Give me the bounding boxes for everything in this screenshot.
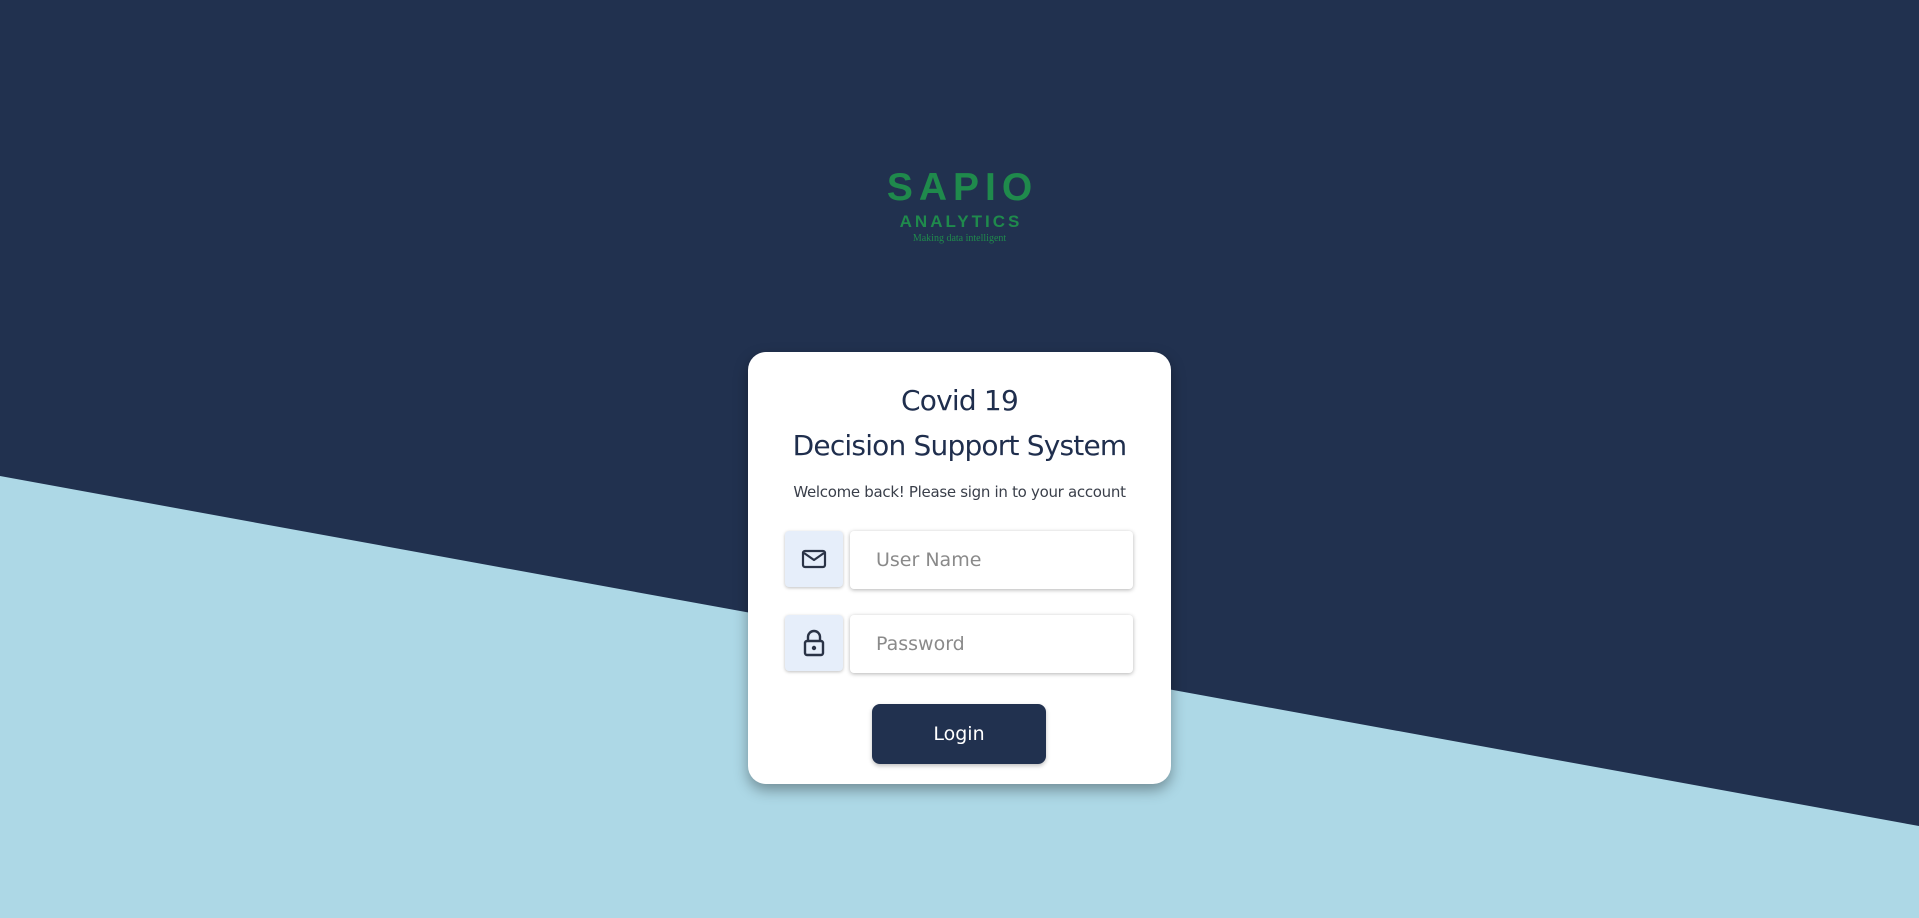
logo-sub-text: ANALYTICS xyxy=(899,212,1023,231)
title-line-1: Covid 19 xyxy=(901,384,1019,417)
username-input[interactable] xyxy=(876,549,1116,571)
password-field[interactable] xyxy=(850,615,1133,673)
mail-icon xyxy=(801,549,827,569)
page-title: Covid 19 Decision Support System xyxy=(748,378,1171,468)
password-input[interactable] xyxy=(876,633,1116,655)
login-card: Covid 19 Decision Support System Welcome… xyxy=(748,352,1171,784)
username-field[interactable] xyxy=(850,531,1133,589)
title-line-2: Decision Support System xyxy=(792,429,1128,462)
logo-main-text: SAPIO xyxy=(886,166,1039,209)
username-icon-box xyxy=(785,531,843,587)
password-icon-box xyxy=(785,615,843,671)
welcome-subtitle: Welcome back! Please sign in to your acc… xyxy=(793,483,1126,501)
login-page: SAPIO ANALYTICS Making data intelligent … xyxy=(0,0,1919,918)
login-button[interactable]: Login xyxy=(872,704,1046,764)
logo-tagline: Making data intelligent xyxy=(912,233,1007,244)
lock-icon xyxy=(803,629,825,657)
sapio-analytics-logo: SAPIO ANALYTICS Making data intelligent xyxy=(0,166,1919,245)
